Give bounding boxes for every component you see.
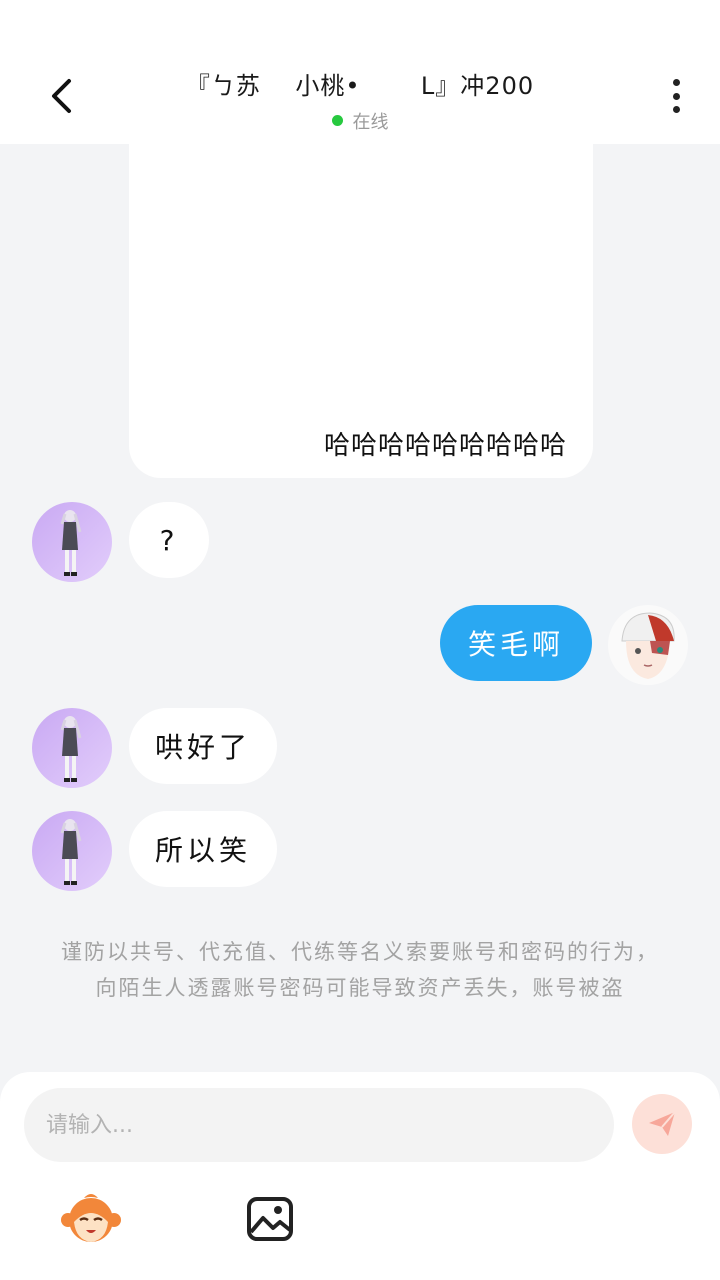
chat-header: 『ㄅ苏 小桃• L』冲200 在线: [0, 0, 720, 144]
message-text: 所以笑: [154, 834, 251, 867]
chat-title: 『ㄅ苏 小桃• L』冲200: [185, 72, 535, 100]
message-bubble-outgoing[interactable]: 笑毛啊: [440, 605, 592, 681]
user-avatar[interactable]: [608, 605, 688, 685]
message-list[interactable]: 哈哈哈哈哈哈哈哈哈 ? 笑毛啊 哄好了 所以笑 谨防以共号、代充值、代练等名义索…: [0, 144, 720, 1072]
message-bubble-incoming[interactable]: ?: [129, 502, 209, 578]
more-options-button[interactable]: [660, 76, 692, 116]
monkey-sticker-icon: [61, 1194, 121, 1242]
online-status: 在线: [0, 108, 720, 134]
contact-avatar[interactable]: [32, 811, 112, 891]
contact-avatar-image: [60, 510, 82, 576]
more-dot-icon: [672, 106, 680, 113]
contact-avatar[interactable]: [32, 502, 112, 582]
message-bubble-incoming[interactable]: 哄好了: [129, 708, 277, 784]
contact-avatar-image: [60, 819, 82, 885]
message-text: 哄好了: [154, 731, 251, 764]
message-input[interactable]: [24, 1088, 614, 1162]
input-panel: [0, 1072, 720, 1280]
message-text: 哈哈哈哈哈哈哈哈哈: [323, 431, 567, 461]
contact-avatar-image: [60, 716, 82, 782]
online-dot-icon: [331, 115, 343, 126]
message-bubble-incoming[interactable]: 所以笑: [129, 811, 277, 887]
image-picker-button[interactable]: [246, 1196, 294, 1242]
send-button[interactable]: [632, 1094, 692, 1154]
more-dot-icon: [672, 92, 680, 100]
more-dot-icon: [672, 79, 680, 86]
message-text: 笑毛啊: [467, 628, 564, 661]
send-icon: [649, 1111, 676, 1136]
message-text: ?: [159, 523, 179, 557]
contact-avatar[interactable]: [32, 708, 112, 788]
emoji-sticker-button[interactable]: [60, 1190, 122, 1246]
user-avatar-image: [621, 612, 675, 679]
image-icon: [247, 1197, 293, 1241]
online-status-label: 在线: [352, 112, 389, 133]
message-bubble-incoming[interactable]: 哈哈哈哈哈哈哈哈哈: [129, 144, 593, 478]
security-notice: 谨防以共号、代充值、代练等名义索要账号和密码的行为，向陌生人透露账号密码可能导致…: [61, 940, 659, 1000]
